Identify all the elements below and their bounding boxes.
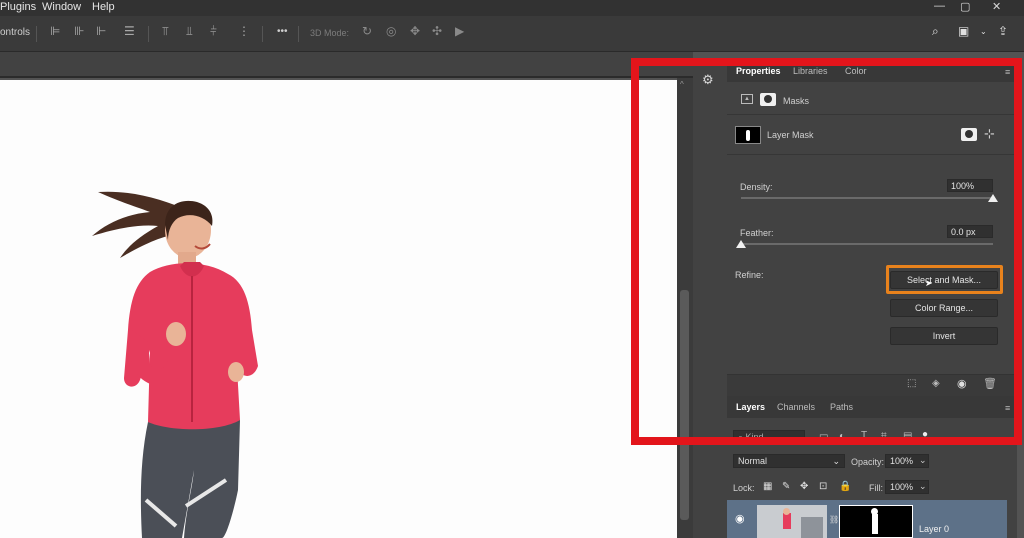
orange-highlight-box: [886, 265, 1003, 294]
3d-slide-icon[interactable]: ✣: [432, 24, 442, 38]
lock-all-icon[interactable]: 🔒: [839, 481, 851, 492]
minimize-icon[interactable]: —: [934, 0, 945, 12]
chevron-down-icon[interactable]: ⌄: [980, 27, 987, 36]
workspace-icon[interactable]: ▣: [958, 24, 969, 38]
align-right-icon[interactable]: ⊩: [96, 24, 106, 38]
menu-plugins[interactable]: Plugins: [0, 1, 36, 13]
3d-rotate-icon[interactable]: ↻: [362, 24, 372, 38]
align-left-icon[interactable]: ⊫: [50, 24, 60, 38]
chevron-down-icon[interactable]: ⌄: [919, 481, 927, 492]
layer-row[interactable]: ◉ ⛓ Layer 0: [727, 500, 1007, 538]
layer-thumbnail[interactable]: [757, 505, 827, 538]
share-icon[interactable]: ⇪: [998, 24, 1008, 38]
divider: [262, 26, 263, 42]
blend-mode-dropdown[interactable]: Normal ⌄: [733, 454, 845, 468]
3d-scale-icon[interactable]: ▶: [455, 24, 464, 38]
distribute-horizontal-icon[interactable]: ☰: [124, 24, 135, 38]
3d-roll-icon[interactable]: ◎: [386, 24, 396, 38]
lock-artboard-icon[interactable]: ⊡: [819, 481, 827, 492]
align-top-icon[interactable]: ⫪: [162, 24, 169, 39]
divider: [298, 26, 299, 42]
document-canvas[interactable]: [0, 80, 677, 538]
fill-label: Fill:: [869, 483, 883, 493]
red-highlight-frame: [631, 58, 1022, 445]
divider: [36, 26, 37, 42]
menu-bar: Plugins Window Help — ▢ ✕: [0, 0, 1024, 16]
lock-transparent-icon[interactable]: ▦: [763, 481, 772, 492]
lock-pixels-icon[interactable]: ✎: [782, 481, 790, 492]
distribute-vertical-icon[interactable]: ⋮: [238, 24, 250, 38]
options-bar: ontrols ⊫ ⊪ ⊩ ☰ ⫪ ⫫ ⫩ ⋮ ••• 3D Mode: ↻ ◎…: [0, 16, 1024, 52]
more-options-button[interactable]: •••: [277, 26, 288, 37]
maximize-icon[interactable]: ▢: [960, 0, 970, 13]
layer-mask-thumbnail[interactable]: [839, 505, 913, 538]
3d-mode-label: 3D Mode:: [310, 28, 350, 38]
search-icon[interactable]: ⌕: [932, 24, 939, 39]
chevron-down-icon[interactable]: ⌄: [919, 455, 927, 466]
runner-photo: [92, 191, 258, 538]
link-icon[interactable]: ⛓: [829, 515, 839, 524]
close-icon[interactable]: ✕: [992, 0, 1001, 13]
document-tab-strip: [0, 52, 693, 78]
controls-label: ontrols: [0, 27, 31, 38]
menu-window[interactable]: Window: [42, 1, 81, 13]
menu-help[interactable]: Help: [92, 1, 115, 13]
3d-pan-icon[interactable]: ✥: [410, 24, 420, 38]
align-middle-icon[interactable]: ⫫: [186, 24, 193, 39]
opacity-label: Opacity:: [851, 457, 885, 467]
align-bottom-icon[interactable]: ⫩: [210, 24, 217, 39]
layer-name[interactable]: Layer 0: [919, 524, 949, 534]
divider: [148, 26, 149, 42]
lock-position-icon[interactable]: ✥: [800, 481, 808, 492]
align-center-icon[interactable]: ⊪: [74, 24, 84, 38]
eye-icon[interactable]: ◉: [735, 512, 745, 525]
lock-label: Lock:: [733, 483, 755, 493]
